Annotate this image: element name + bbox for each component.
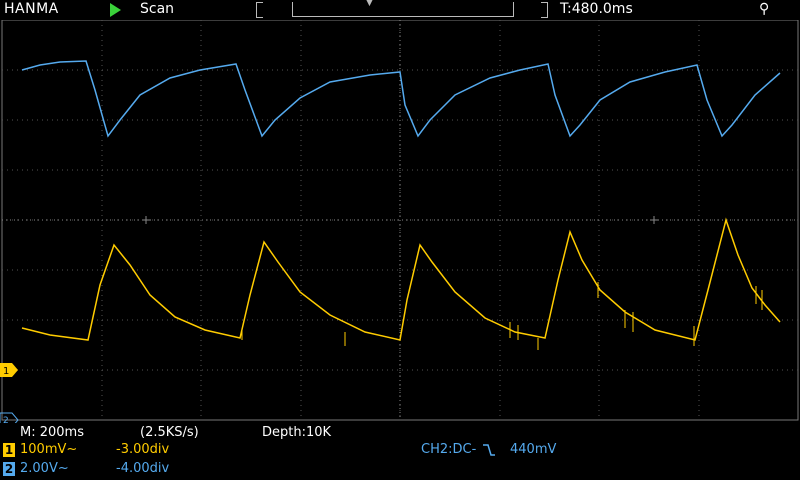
- scope-graticule[interactable]: 1 2: [0, 20, 800, 423]
- ch2-badge: 2: [3, 462, 15, 476]
- bottom-info-panel: M: 200ms (2.5KS/s) Depth:10K 1 100mV~ -3…: [0, 423, 800, 480]
- ch2-scale[interactable]: 2.00V~: [20, 461, 69, 476]
- timebase-scale[interactable]: M: 200ms: [20, 425, 84, 440]
- memory-depth[interactable]: Depth:10K: [262, 425, 331, 440]
- ch2-offset[interactable]: -4.00div: [116, 461, 169, 476]
- trigger-position-marker-icon: ▼: [366, 0, 373, 8]
- ch1-scale[interactable]: 100mV~: [20, 442, 77, 457]
- acquisition-mode[interactable]: Scan: [140, 1, 174, 17]
- falling-edge-icon: [483, 444, 495, 456]
- ch2-marker-label: 2: [3, 416, 9, 423]
- sample-rate: (2.5KS/s): [140, 425, 199, 440]
- trigger-time-position[interactable]: T:480.0ms: [560, 1, 633, 17]
- channel2-row[interactable]: 2 2.00V~ -4.00div: [0, 461, 800, 479]
- memory-window-indicator[interactable]: ▼: [256, 0, 548, 18]
- trigger-level[interactable]: 440mV: [510, 442, 556, 457]
- usb-icon: ⚲: [759, 1, 770, 17]
- memory-bracket-left: [256, 2, 263, 18]
- ch1-offset[interactable]: -3.00div: [116, 442, 169, 457]
- channel1-row[interactable]: 1 100mV~ -3.00div CH2:DC- 440mV: [0, 442, 800, 460]
- run-play-icon[interactable]: [110, 3, 121, 17]
- ch1-badge: 1: [3, 443, 15, 457]
- trigger-source[interactable]: CH2:DC-: [421, 442, 476, 457]
- top-status-bar: HANMA Scan ▼ T:480.0ms ⚲: [0, 0, 800, 20]
- ch1-marker-label: 1: [3, 366, 9, 377]
- memory-bracket-right: [541, 2, 548, 18]
- memory-view-window: [292, 2, 514, 17]
- brand-label: HANMA: [4, 1, 59, 17]
